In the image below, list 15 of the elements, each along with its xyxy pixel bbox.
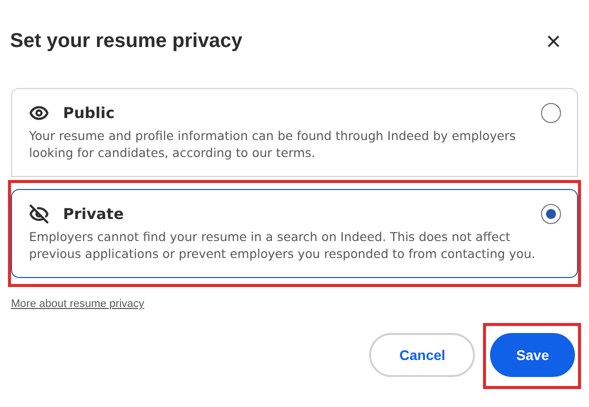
close-button[interactable]: ×: [546, 28, 579, 54]
radio-button[interactable]: [541, 103, 561, 123]
option-description: Employers cannot find your resume in a search on Indeed. This does not affect previous applications or prevent employers you responded to from contacting you.: [29, 229, 536, 263]
privacy-option-card[interactable]: Private Employers cannot find your resume in a search on Indeed. This does not affect previous applications or prevent employers you responded to from contacting you.: [11, 189, 578, 278]
radio-button[interactable]: [541, 204, 561, 224]
save-button[interactable]: Save: [490, 333, 575, 377]
privacy-link[interactable]: More about resume privacy: [11, 298, 144, 310]
eye-slash-icon: [29, 204, 49, 224]
eye-icon: [29, 103, 49, 123]
option-label: Public: [63, 104, 116, 122]
cancel-button[interactable]: Cancel: [369, 333, 476, 377]
option-label: Private: [63, 205, 125, 223]
dialog-title: Set your resume privacy: [10, 30, 242, 52]
privacy-option-card[interactable]: Public Your resume and profile information can be found through Indeed by employers looking for candidates, according to our terms.: [11, 88, 578, 177]
option-description: Your resume and profile information can be found through Indeed by employers looking for candidates, according to our terms.: [29, 128, 517, 162]
